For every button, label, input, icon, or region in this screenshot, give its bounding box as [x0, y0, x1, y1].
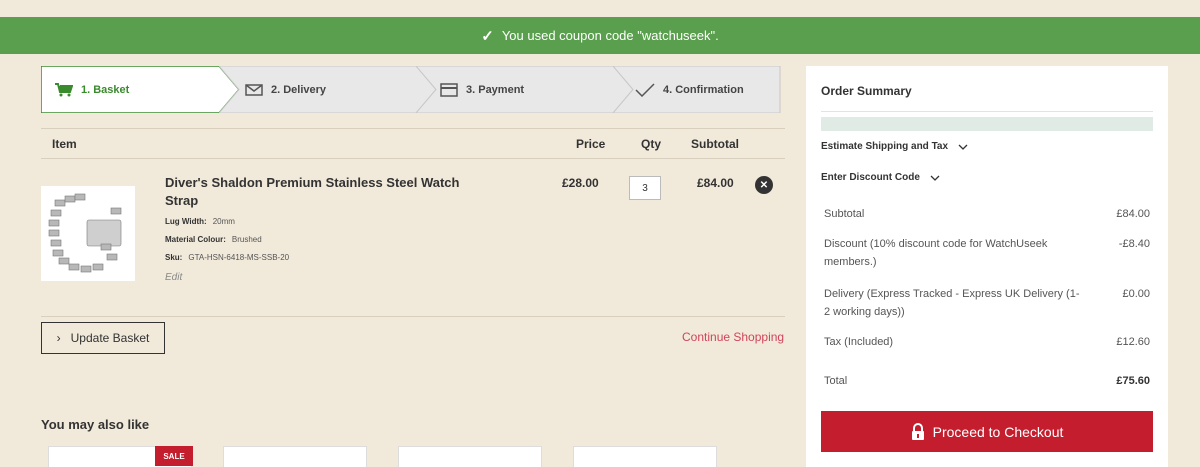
toggle-label: Estimate Shipping and Tax — [821, 141, 949, 152]
proceed-to-checkout-button[interactable]: Proceed to Checkout — [821, 411, 1153, 452]
coupon-message: You used coupon code "watchuseek". — [501, 28, 719, 43]
update-basket-button[interactable]: › Update Basket — [41, 322, 165, 354]
check-icon: ✓ — [481, 27, 494, 45]
update-basket-label: Update Basket — [70, 331, 150, 345]
checkout-steps: 1. Basket 2. Delivery 3. Payment 4. Conf… — [41, 66, 781, 113]
product-name[interactable]: Diver's Shaldon Premium Stainless Steel … — [165, 174, 475, 210]
edit-link[interactable]: Edit — [165, 272, 182, 283]
check-icon — [635, 82, 655, 97]
discount-code-toggle[interactable]: Enter Discount Code — [821, 172, 940, 183]
step-delivery[interactable]: 2. Delivery — [219, 66, 439, 113]
chevron-down-icon — [958, 144, 968, 150]
estimate-shipping-toggle[interactable]: Estimate Shipping and Tax — [821, 141, 968, 152]
basket-table-header: Item Price Qty Subtotal — [41, 128, 785, 159]
cart-icon — [55, 82, 73, 96]
product-card[interactable] — [398, 446, 542, 467]
step-payment[interactable]: 3. Payment — [416, 66, 636, 113]
header-price: Price — [576, 137, 606, 151]
also-like-title: You may also like — [41, 417, 150, 432]
envelope-icon — [245, 83, 263, 96]
item-subtotal: £84.00 — [697, 176, 734, 190]
divider — [41, 316, 785, 317]
step-label: 2. Delivery — [271, 83, 327, 96]
step-confirmation[interactable]: 4. Confirmation — [613, 66, 781, 113]
product-card[interactable] — [223, 446, 367, 467]
quantity-input[interactable]: 3 — [629, 176, 661, 200]
order-summary: Order Summary Estimate Shipping and Tax … — [806, 66, 1168, 467]
product-image[interactable] — [41, 186, 135, 281]
step-label: 1. Basket — [81, 83, 130, 96]
summary-title: Order Summary — [821, 84, 912, 98]
product-card[interactable] — [573, 446, 717, 467]
item-price: £28.00 — [562, 176, 599, 190]
header-qty: Qty — [641, 137, 662, 151]
close-icon: ✕ — [759, 179, 769, 191]
step-label: 4. Confirmation — [663, 83, 744, 96]
coupon-banner: ✓ You used coupon code "watchuseek". — [0, 17, 1200, 54]
lock-icon — [911, 422, 924, 440]
continue-shopping-link[interactable]: Continue Shopping — [682, 330, 784, 344]
step-basket[interactable]: 1. Basket — [41, 66, 241, 113]
remove-item-button[interactable]: ✕ — [755, 176, 773, 194]
sale-badge: SALE — [155, 446, 193, 466]
step-label: 3. Payment — [466, 83, 525, 96]
divider — [821, 111, 1153, 112]
toggle-label: Enter Discount Code — [821, 172, 920, 183]
chevron-right-icon: › — [56, 331, 61, 345]
attr-lug-width: Lug Width: 20mm — [165, 217, 235, 226]
chevron-down-icon — [930, 175, 940, 181]
summary-band — [821, 117, 1153, 131]
attr-material-colour: Material Colour: Brushed — [165, 235, 262, 244]
card-icon — [440, 82, 458, 97]
attr-sku: Sku: GTA-HSN-6418-MS-SSB-20 — [165, 253, 290, 262]
checkout-label: Proceed to Checkout — [932, 423, 1064, 440]
header-subtotal: Subtotal — [691, 137, 739, 151]
header-item: Item — [52, 137, 77, 151]
